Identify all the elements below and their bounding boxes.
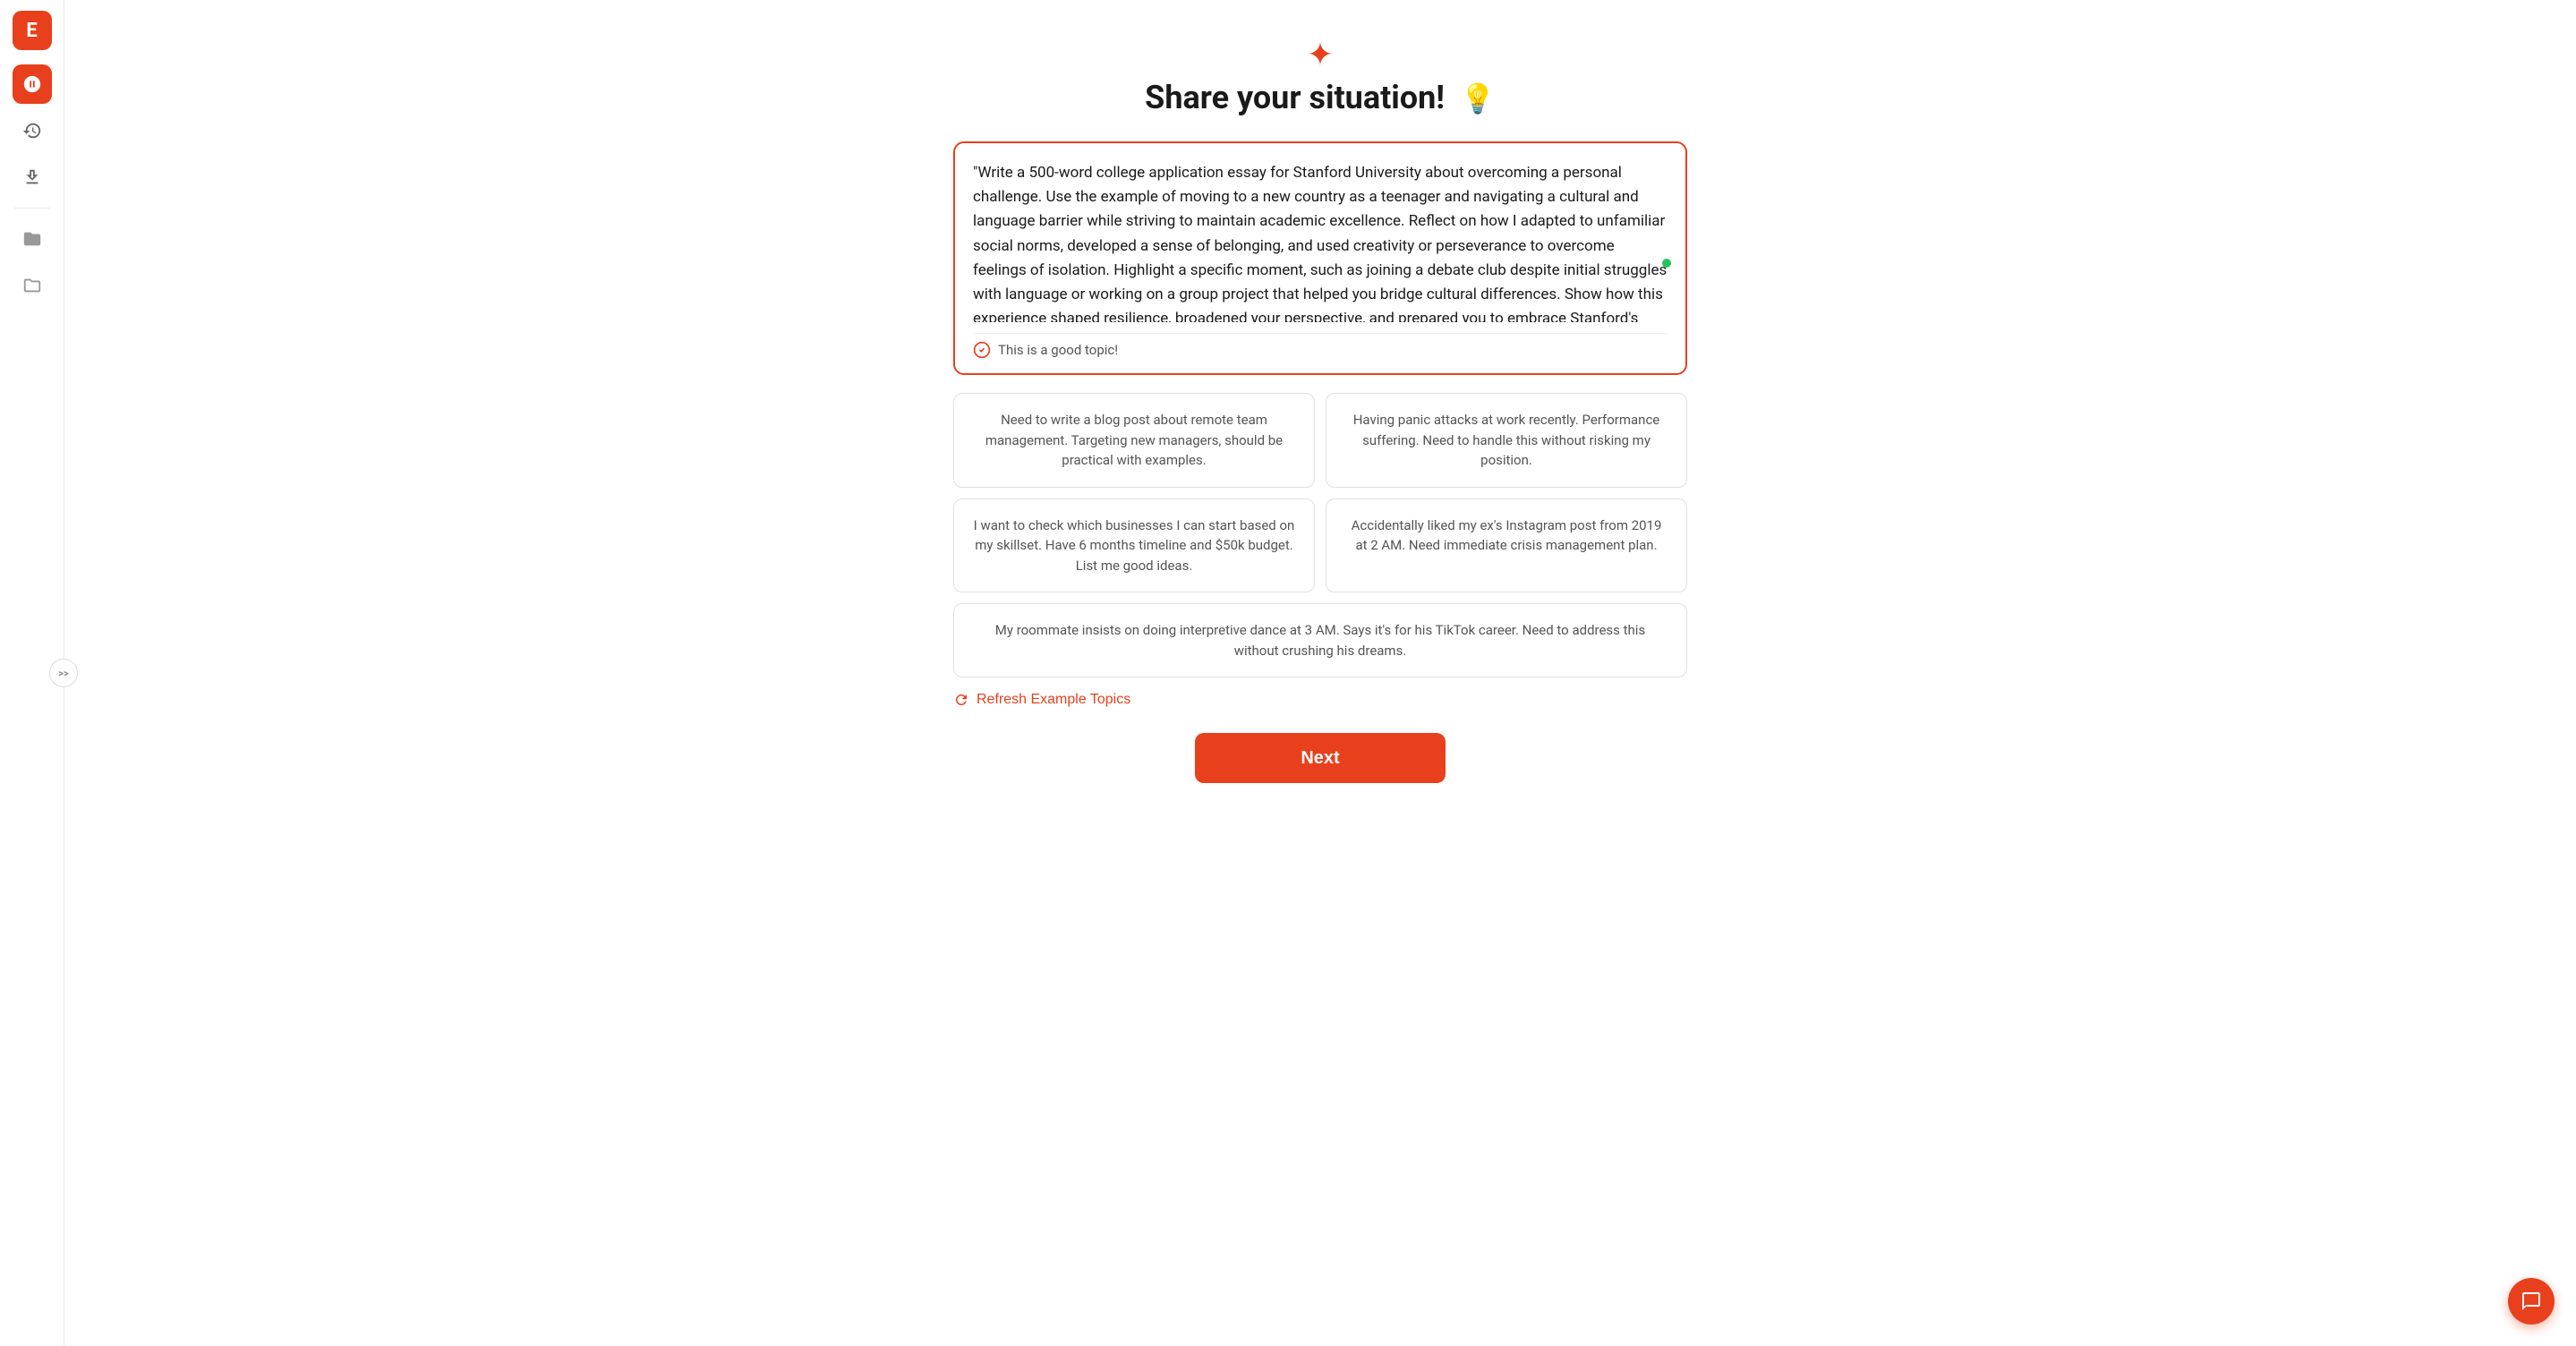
page-title-text: Share your situation! [1145, 79, 1445, 116]
textarea-container: "Write a 500-word college application es… [953, 141, 1687, 375]
example-topic-3[interactable]: I want to check which businesses I can s… [953, 498, 1315, 593]
logo-letter: E [26, 20, 37, 42]
example-topic-5-text: My roommate insists on doing interpretiv… [995, 622, 1645, 659]
example-topic-2[interactable]: Having panic attacks at work recently. P… [1326, 393, 1687, 488]
example-topic-3-text: I want to check which businesses I can s… [974, 517, 1295, 574]
good-topic-badge: This is a good topic! [973, 333, 1668, 359]
expand-label: >> [58, 668, 68, 679]
main-content: ✦ Share your situation! 💡 "Write a 500-w… [64, 0, 2576, 1346]
ai-button[interactable] [13, 64, 52, 104]
export-button[interactable] [13, 158, 52, 197]
next-button[interactable]: Next [1195, 733, 1446, 783]
example-topic-4[interactable]: Accidentally liked my ex's Instagram pos… [1326, 498, 1687, 593]
history-button[interactable] [13, 111, 52, 150]
chat-fab-icon [2521, 1291, 2542, 1312]
sidebar-divider [14, 208, 50, 209]
refresh-topics-label: Refresh Example Topics [977, 692, 1130, 708]
example-topic-2-text: Having panic attacks at work recently. P… [1353, 412, 1660, 468]
examples-grid: Need to write a blog post about remote t… [953, 393, 1687, 677]
page-title: Share your situation! 💡 [1145, 79, 1496, 116]
example-topic-1-text: Need to write a blog post about remote t… [985, 412, 1283, 468]
refresh-topics-button[interactable]: Refresh Example Topics [953, 692, 1130, 708]
folder-1-button[interactable] [13, 219, 52, 259]
example-topic-5[interactable]: My roommate insists on doing interpretiv… [953, 603, 1687, 677]
green-dot-indicator [1662, 259, 1671, 268]
folder-2-button[interactable] [13, 266, 52, 305]
page-star-icon: ✦ [1307, 36, 1334, 73]
sidebar: E >> [0, 0, 64, 1346]
next-button-label: Next [1301, 748, 1339, 768]
refresh-icon [953, 692, 969, 708]
situation-textarea[interactable]: "Write a 500-word college application es… [973, 161, 1668, 322]
check-circle-icon [973, 341, 991, 359]
chat-fab-button[interactable] [2508, 1278, 2555, 1325]
example-topic-1[interactable]: Need to write a blog post about remote t… [953, 393, 1315, 488]
good-topic-text: This is a good topic! [998, 342, 1118, 358]
sidebar-expand-button[interactable]: >> [49, 659, 78, 687]
page-title-emoji: 💡 [1460, 81, 1496, 115]
app-logo[interactable]: E [13, 11, 52, 50]
example-topic-4-text: Accidentally liked my ex's Instagram pos… [1352, 517, 1662, 554]
